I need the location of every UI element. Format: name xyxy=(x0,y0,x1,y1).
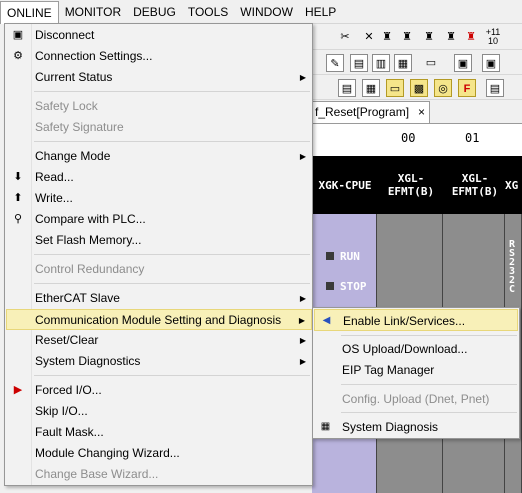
slot-number: 00 xyxy=(401,131,416,145)
cross-icon[interactable]: ✕ xyxy=(360,28,378,46)
toolbar-row-3: ▤ ▦ ▭ ▩ ◎ F ▤ xyxy=(312,75,522,100)
menu-separator xyxy=(341,412,517,413)
menu-bar: ONLINE MONITOR DEBUG TOOLS WINDOW HELP xyxy=(0,0,522,24)
menu-item-reset-clear[interactable]: Reset/Clear ▶ xyxy=(6,330,312,351)
find-next-icon[interactable]: ♜ xyxy=(420,28,438,46)
communication-submenu: ◀ Enable Link/Services... OS Upload/Down… xyxy=(312,307,520,439)
submenu-item-config-upload: Config. Upload (Dnet, Pnet) xyxy=(342,392,490,406)
submenu-arrow-icon: ▶ xyxy=(299,357,306,366)
menu-item-module-changing-wizard[interactable]: Module Changing Wizard... xyxy=(6,443,312,464)
rack-header-slot3: XG xyxy=(505,179,519,192)
submenu-item-eip-tag-manager[interactable]: EIP Tag Manager xyxy=(314,359,518,381)
system-diagnosis-icon: ▦ xyxy=(320,421,331,432)
module-icon[interactable]: ▣ xyxy=(454,54,472,72)
toolbar-row-1: ✂ ✕ ♜ ♜ ♜ ♜ ♜ +11 10 xyxy=(312,24,522,50)
menu-separator xyxy=(341,384,517,385)
menu-separator xyxy=(341,335,517,336)
menu-monitor[interactable]: MONITOR xyxy=(59,1,127,23)
menu-tools[interactable]: TOOLS xyxy=(182,1,234,23)
submenu-item-enable-link[interactable]: ◀ Enable Link/Services... xyxy=(314,309,518,331)
menu-item-connection-settings[interactable]: ⚙ Connection Settings... xyxy=(6,46,312,67)
menu-online[interactable]: ONLINE xyxy=(0,0,59,24)
rack-header-slot2: XGL- EFMT(B) xyxy=(451,172,499,198)
menu-item-disconnect[interactable]: ▣ Disconnect xyxy=(6,25,312,46)
menu-item-ethercat-slave[interactable]: EtherCAT Slave ▶ xyxy=(6,288,312,309)
menu-separator xyxy=(34,141,310,142)
binoculars-icon[interactable]: ♜ xyxy=(378,28,396,46)
link-icon[interactable]: ◎ xyxy=(434,79,452,97)
submenu-arrow-icon: ▶ xyxy=(299,294,306,303)
rack-header: XGK-CPUE XGL- EFMT(B) XGL- EFMT(B) XG xyxy=(312,156,522,214)
submenu-arrow-icon: ▶ xyxy=(299,73,306,82)
menu-item-read[interactable]: ⬇ Read... xyxy=(6,167,312,188)
menu-item-safety-signature: Safety Signature xyxy=(35,120,124,134)
watch-icon[interactable]: ▤ xyxy=(486,79,504,97)
edit-icon[interactable]: ✎ xyxy=(326,54,344,72)
image-icon[interactable]: ▩ xyxy=(410,79,428,97)
menu-item-set-flash-memory[interactable]: Set Flash Memory... xyxy=(6,230,312,251)
rack-header-cpu: XGK-CPUE xyxy=(318,179,372,192)
list-icon[interactable]: ▥ xyxy=(372,54,390,72)
monitor-icon[interactable]: ▭ xyxy=(422,54,440,72)
function-icon[interactable]: F xyxy=(458,79,476,97)
menu-item-skip-io[interactable]: Skip I/O... xyxy=(6,401,312,422)
run-label: RUN xyxy=(340,250,360,263)
write-icon: ⬆ xyxy=(13,192,23,204)
rs232c-label: RS232C xyxy=(509,239,516,295)
menu-item-forced-io[interactable]: ▶ Forced I/O... xyxy=(6,380,312,401)
online-menu: ▣ Disconnect ⚙ Connection Settings... Cu… xyxy=(4,23,313,486)
menu-item-control-redundancy: Control Redundancy xyxy=(35,262,145,276)
menu-item-compare-with-plc[interactable]: ⚲ Compare with PLC... xyxy=(6,209,312,230)
menu-separator xyxy=(34,375,310,376)
connection-settings-icon: ⚙ xyxy=(13,50,23,62)
menu-item-change-mode[interactable]: Change Mode ▶ xyxy=(6,146,312,167)
ladder-icon[interactable]: ▦ xyxy=(362,79,380,97)
stop-label: STOP xyxy=(340,280,367,293)
module2-icon[interactable]: ▣ xyxy=(482,54,500,72)
submenu-arrow-icon: ▶ xyxy=(299,152,306,161)
close-tab-icon[interactable]: × xyxy=(418,102,425,122)
find-text-icon[interactable]: ♜ xyxy=(462,28,480,46)
stop-led xyxy=(326,282,334,290)
menu-separator xyxy=(34,254,310,255)
menu-item-fault-mask[interactable]: Fault Mask... xyxy=(6,422,312,443)
menu-debug[interactable]: DEBUG xyxy=(127,1,182,23)
menu-item-communication-module[interactable]: Communication Module Setting and Diagnos… xyxy=(6,309,312,330)
folder-icon[interactable]: ▭ xyxy=(386,79,404,97)
submenu-item-system-diagnosis[interactable]: ▦ System Diagnosis xyxy=(314,416,518,438)
menu-help[interactable]: HELP xyxy=(299,1,342,23)
menu-item-write[interactable]: ⬆ Write... xyxy=(6,188,312,209)
program-tab[interactable]: f_Reset[Program] × xyxy=(312,101,430,123)
slot-number: 01 xyxy=(465,131,480,145)
compare-icon: ⚲ xyxy=(13,213,23,225)
cut-icon[interactable]: ✂ xyxy=(336,28,354,46)
view-icon[interactable]: ▤ xyxy=(338,79,356,97)
menu-separator xyxy=(34,91,310,92)
submenu-item-os-upload-download[interactable]: OS Upload/Download... xyxy=(314,338,518,360)
find-icon[interactable]: ♜ xyxy=(398,28,416,46)
submenu-arrow-icon: ▶ xyxy=(298,316,305,325)
menu-item-safety-lock: Safety Lock xyxy=(35,99,98,113)
goto-icon[interactable]: +11 10 xyxy=(484,28,502,46)
read-icon: ⬇ xyxy=(13,171,23,183)
disconnect-icon: ▣ xyxy=(12,29,24,41)
menu-item-system-diagnostics[interactable]: System Diagnostics ▶ xyxy=(6,351,312,372)
submenu-arrow-icon: ▶ xyxy=(299,336,306,345)
run-led xyxy=(326,252,334,260)
forced-io-icon: ▶ xyxy=(13,384,23,396)
menu-item-change-base-wizard: Change Base Wizard... xyxy=(35,467,159,481)
menu-window[interactable]: WINDOW xyxy=(234,1,299,23)
toolbar-row-2: ✎ ▤ ▥ ▦ ▭ ▣ ▣ xyxy=(312,50,522,75)
property-icon[interactable]: ▤ xyxy=(350,54,368,72)
menu-item-current-status[interactable]: Current Status ▶ xyxy=(6,67,312,88)
menu-separator xyxy=(34,283,310,284)
find-prev-icon[interactable]: ♜ xyxy=(442,28,460,46)
grid-icon[interactable]: ▦ xyxy=(394,54,412,72)
rack-header-slot1: XGL- EFMT(B) xyxy=(387,172,435,198)
enable-link-icon: ◀ xyxy=(322,315,331,326)
